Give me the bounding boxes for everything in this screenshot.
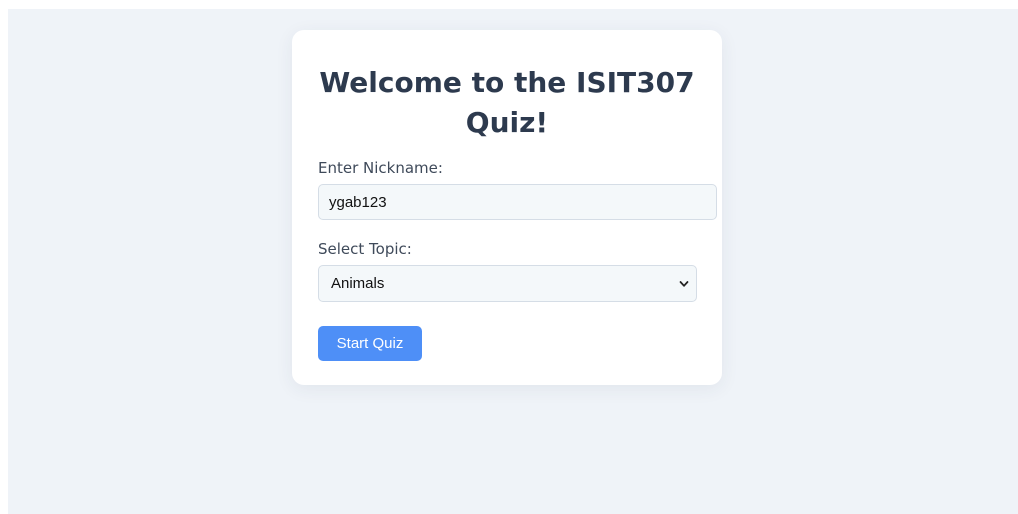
topic-select-value: Animals — [331, 275, 385, 292]
start-quiz-button[interactable]: Start Quiz — [318, 326, 422, 361]
topic-select[interactable]: Animals — [318, 265, 697, 302]
page-title: Welcome to the ISIT307 Quiz! — [319, 66, 695, 139]
chevron-down-icon — [679, 281, 689, 287]
nickname-label: Enter Nickname: — [318, 159, 443, 177]
nickname-input[interactable] — [318, 184, 717, 220]
topic-label: Select Topic: — [318, 240, 412, 258]
quiz-card: Welcome to the ISIT307 Quiz! Enter Nickn… — [292, 30, 722, 385]
page-background: Welcome to the ISIT307 Quiz! Enter Nickn… — [8, 9, 1018, 514]
